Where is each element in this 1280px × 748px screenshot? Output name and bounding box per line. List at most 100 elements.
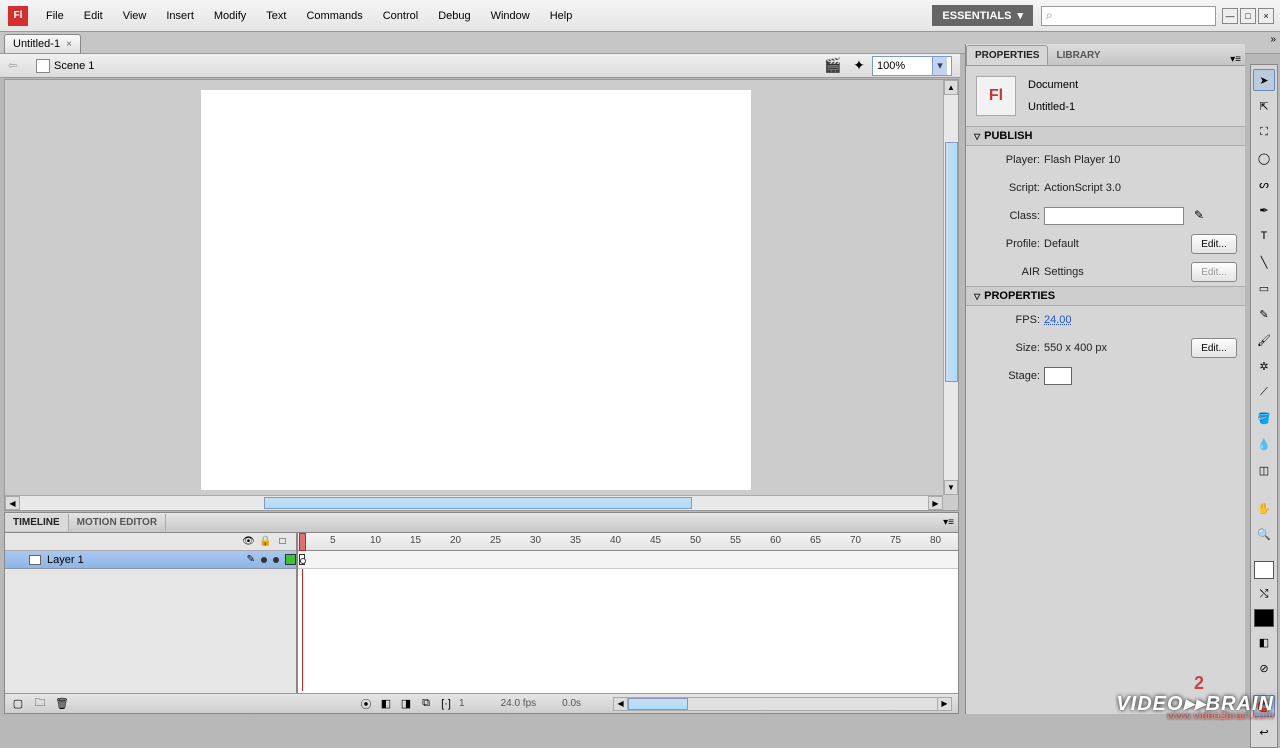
stroke-color-swatch[interactable] (1254, 561, 1274, 579)
line-tool[interactable]: ╲ (1253, 251, 1275, 273)
tab-close-icon[interactable]: × (66, 39, 72, 50)
selection-tool[interactable]: ➤ (1253, 69, 1275, 91)
scroll-left-icon[interactable]: ◀ (614, 698, 628, 710)
pen-tool[interactable]: ✒ (1253, 199, 1275, 221)
playhead[interactable] (299, 533, 306, 551)
menu-bar: Fl File Edit View Insert Modify Text Com… (0, 0, 1280, 32)
brush-tool[interactable]: 🖌 (1253, 329, 1275, 351)
keyframe[interactable] (299, 554, 305, 565)
zoom-tool[interactable]: 🔍 (1253, 523, 1275, 545)
modify-markers-icon[interactable]: [·] (439, 697, 453, 711)
pencil-tool[interactable]: ✎ (1253, 303, 1275, 325)
eraser-tool[interactable]: ◫ (1253, 459, 1275, 481)
panel-menu-icon[interactable]: ▾≡ (1230, 54, 1241, 65)
edit-profile-button[interactable]: Edit... (1191, 234, 1237, 254)
scroll-thumb[interactable] (628, 698, 688, 710)
maximize-button[interactable]: □ (1240, 8, 1256, 24)
fps-value[interactable]: 24.00 (1044, 314, 1072, 326)
frame-ruler[interactable]: 5 10 15 20 25 30 35 40 45 50 55 60 65 70… (298, 533, 958, 551)
zoom-input[interactable]: 100% ▾ (872, 56, 952, 76)
class-input[interactable] (1044, 207, 1184, 225)
minimize-button[interactable]: — (1222, 8, 1238, 24)
document-icon: Fl (976, 76, 1016, 116)
scroll-up-icon[interactable]: ▲ (944, 80, 958, 95)
scroll-thumb[interactable] (945, 142, 958, 382)
stage-color-swatch[interactable] (1044, 367, 1072, 385)
outline-header-icon[interactable]: □ (277, 536, 288, 547)
options-icon[interactable]: ↩ (1253, 721, 1275, 743)
player-value: Flash Player 10 (1044, 154, 1120, 166)
paint-bucket-tool[interactable]: 🪣 (1253, 407, 1275, 429)
panel-menu-icon[interactable]: ▾≡ (943, 517, 954, 528)
edit-multiple-icon[interactable]: ⧉ (419, 697, 433, 711)
workspace-selector[interactable]: ESSENTIALS ▾ (932, 5, 1033, 26)
menu-view[interactable]: View (113, 4, 157, 28)
vertical-scrollbar[interactable]: ▲ ▼ (943, 80, 958, 495)
frame-row[interactable] (298, 551, 958, 569)
text-tool[interactable]: T (1253, 225, 1275, 247)
eyedropper-tool[interactable]: 💧 (1253, 433, 1275, 455)
edit-scene-icon[interactable]: 🎬 (824, 57, 842, 75)
new-layer-icon[interactable]: ▢ (11, 697, 25, 711)
document-tab[interactable]: Untitled-1 × (4, 34, 81, 53)
bone-tool[interactable]: ⟋ (1253, 381, 1275, 403)
menu-debug[interactable]: Debug (428, 4, 480, 28)
scroll-thumb-h[interactable] (264, 497, 692, 509)
fill-color-swatch[interactable] (1254, 609, 1274, 627)
3d-rotation-tool[interactable]: ◯ (1253, 147, 1275, 169)
default-colors-icon[interactable]: ◧ (1253, 631, 1275, 653)
menu-insert[interactable]: Insert (156, 4, 204, 28)
deco-tool[interactable]: ✲ (1253, 355, 1275, 377)
menu-help[interactable]: Help (540, 4, 583, 28)
frames-area[interactable]: 5 10 15 20 25 30 35 40 45 50 55 60 65 70… (298, 533, 958, 693)
menu-text[interactable]: Text (256, 4, 296, 28)
rectangle-tool[interactable]: ▭ (1253, 277, 1275, 299)
outline-color-icon[interactable] (285, 554, 296, 565)
center-frame-icon[interactable]: ⦿ (359, 697, 373, 711)
lasso-tool[interactable]: ᔕ (1253, 173, 1275, 195)
free-transform-tool[interactable]: ⛶ (1253, 121, 1275, 143)
scene-name: Scene 1 (54, 60, 94, 72)
tab-timeline[interactable]: TIMELINE (5, 514, 69, 531)
tab-library[interactable]: LIBRARY (1048, 46, 1108, 65)
section-publish[interactable]: ▽ PUBLISH (966, 126, 1245, 146)
onion-skin-icon[interactable]: ◧ (379, 697, 393, 711)
no-color-icon[interactable]: ⊘ (1253, 657, 1275, 679)
back-arrow-icon[interactable]: ⇦ (8, 59, 22, 73)
tab-properties[interactable]: PROPERTIES (966, 45, 1048, 65)
edit-symbol-icon[interactable]: ✦ (850, 57, 868, 75)
new-folder-icon[interactable]: 🗀 (33, 697, 47, 711)
expand-panels-icon[interactable]: » (1270, 34, 1276, 45)
edit-class-icon[interactable]: ✎ (1194, 208, 1210, 224)
visibility-dot-icon[interactable] (261, 557, 267, 563)
menu-control[interactable]: Control (373, 4, 428, 28)
swap-colors-icon[interactable]: ⤭ (1253, 583, 1275, 605)
onion-outline-icon[interactable]: ◨ (399, 697, 413, 711)
scroll-down-icon[interactable]: ▼ (944, 480, 958, 495)
menu-edit[interactable]: Edit (74, 4, 113, 28)
menu-file[interactable]: File (36, 4, 74, 28)
section-properties[interactable]: ▽ PROPERTIES (966, 286, 1245, 306)
subselection-tool[interactable]: ⇱ (1253, 95, 1275, 117)
tab-title: Untitled-1 (13, 38, 60, 50)
delete-layer-icon[interactable]: 🗑 (55, 697, 69, 711)
close-button[interactable]: × (1258, 8, 1274, 24)
visibility-header-icon[interactable]: 👁 (243, 536, 254, 547)
menu-modify[interactable]: Modify (204, 4, 256, 28)
stage[interactable] (201, 90, 751, 490)
search-input[interactable]: ⌕ (1041, 6, 1216, 26)
lock-dot-icon[interactable] (273, 557, 279, 563)
layer-row[interactable]: Layer 1 ✎ (5, 551, 296, 569)
scroll-right-icon[interactable]: ▶ (928, 496, 943, 510)
edit-size-button[interactable]: Edit... (1191, 338, 1237, 358)
tab-motion-editor[interactable]: MOTION EDITOR (69, 514, 166, 531)
zoom-dropdown-icon[interactable]: ▾ (932, 57, 947, 75)
hand-tool[interactable]: ✋ (1253, 497, 1275, 519)
scroll-left-icon[interactable]: ◀ (5, 496, 20, 510)
lock-header-icon[interactable]: 🔒 (260, 536, 271, 547)
menu-commands[interactable]: Commands (296, 4, 372, 28)
menu-window[interactable]: Window (481, 4, 540, 28)
scroll-right-icon[interactable]: ▶ (937, 698, 951, 710)
horizontal-scrollbar[interactable]: ◀ ▶ (5, 495, 943, 510)
timeline-scrollbar[interactable]: ◀ ▶ (613, 697, 952, 711)
